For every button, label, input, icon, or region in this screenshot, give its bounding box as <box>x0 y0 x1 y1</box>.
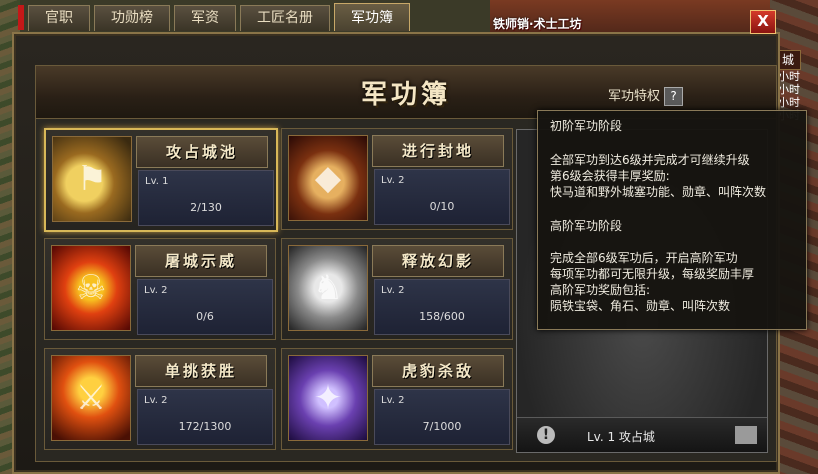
card-name: 攻占城池 <box>165 143 238 161</box>
tab-bar: 官职 功勋榜 军资 工匠名册 军功簿 <box>18 3 410 32</box>
phantom-horse-icon: ♞ <box>288 245 368 331</box>
page-title: 军功簿 <box>360 80 451 110</box>
card-progress: 158/600 <box>419 310 465 323</box>
card-progress: 0/6 <box>196 310 214 323</box>
flag-scroll-icon: ⚑ <box>52 136 132 222</box>
card-progress: 2/130 <box>190 201 222 214</box>
card-name-bar: 释放幻影 <box>372 245 504 277</box>
merit-privilege-tooltip: 初阶军功阶段 全部军功到达6级并完成才可继续升级 第6级会获得丰厚奖励: 快马道… <box>537 110 807 330</box>
tooltip-advanced-title: 高阶军功阶段 <box>550 219 623 233</box>
detail-footer: ! Lv. 1 攻占城 <box>517 417 767 452</box>
card-name-bar: 屠城示威 <box>135 245 267 277</box>
tab-military-merit-book[interactable]: 军功簿 <box>334 3 410 31</box>
duel-icon: ⚔ <box>51 355 131 441</box>
tab-craftsmen-roster[interactable]: 工匠名册 <box>240 5 330 31</box>
tooltip-line: 每项军功都可无限升级，每级奖励丰厚 <box>550 267 755 281</box>
merit-card-massacre-show[interactable]: ☠ 屠城示威 Lv. 2 0/6 <box>44 238 276 340</box>
card-name: 进行封地 <box>401 142 474 160</box>
card-name: 单挑获胜 <box>164 362 237 380</box>
merit-card-tiger-leopard[interactable]: ✦ 虎豹杀敌 Lv. 2 7/1000 <box>281 348 513 450</box>
flag-icon <box>735 426 757 444</box>
card-name-bar: 虎豹杀敌 <box>372 355 504 387</box>
info-icon[interactable]: ! <box>537 426 555 444</box>
tooltip-line: 第6级会获得丰厚奖励: <box>550 169 670 183</box>
help-icon[interactable]: ? <box>664 87 684 106</box>
card-info: Lv. 2 0/10 <box>374 169 510 225</box>
merit-privilege-label: 军功特权 <box>608 89 661 104</box>
tooltip-line: 陨铁宝袋、角石、勋章、叫阵次数 <box>550 299 731 313</box>
tab-official-rank[interactable]: 官职 <box>28 5 90 31</box>
merit-privilege-link[interactable]: 军功特权? <box>608 85 684 106</box>
card-info: Lv. 2 172/1300 <box>137 389 273 445</box>
background-banner-text: 铁师销·术士工坊 <box>493 17 582 31</box>
card-level: Lv. 2 <box>144 285 168 296</box>
tab-military-supplies[interactable]: 军资 <box>174 5 236 31</box>
card-progress: 172/1300 <box>178 420 232 433</box>
tooltip-line: 全部军功到达6级并完成才可继续升级 <box>550 153 750 167</box>
seal-icon: ◆ <box>288 135 368 221</box>
card-level: Lv. 2 <box>381 175 405 186</box>
side-status-line: 小时 <box>778 83 800 96</box>
card-info: Lv. 2 158/600 <box>374 279 510 335</box>
detail-level-label: Lv. 1 攻占城 <box>587 430 655 444</box>
tooltip-line: 高阶军功奖励包括: <box>550 283 651 297</box>
card-info: Lv. 2 0/6 <box>137 279 273 335</box>
side-status-line: 小时 <box>778 70 800 83</box>
tooltip-basic-title: 初阶军功阶段 <box>550 119 623 133</box>
card-name: 屠城示威 <box>164 252 237 270</box>
card-name: 释放幻影 <box>401 252 474 270</box>
merit-card-grant-fief[interactable]: ◆ 进行封地 Lv. 2 0/10 <box>281 128 513 230</box>
card-info: Lv. 1 2/130 <box>138 170 274 226</box>
merit-card-release-phantom[interactable]: ♞ 释放幻影 Lv. 2 158/600 <box>281 238 513 340</box>
tooltip-line: 快马道和野外城塞功能、勋章、叫阵次数 <box>550 185 767 199</box>
card-progress: 0/10 <box>429 200 455 213</box>
merit-card-duel-victory[interactable]: ⚔ 单挑获胜 Lv. 2 172/1300 <box>44 348 276 450</box>
card-name-bar: 单挑获胜 <box>135 355 267 387</box>
side-status-line: 小时 <box>778 96 800 109</box>
card-level: Lv. 2 <box>381 395 405 406</box>
card-level: Lv. 2 <box>144 395 168 406</box>
card-progress: 7/1000 <box>422 420 462 433</box>
blades-icon: ✦ <box>288 355 368 441</box>
tab-merit-ranking[interactable]: 功勋榜 <box>94 5 170 31</box>
tooltip-line: 完成全部6级军功后，开启高阶军功 <box>550 251 738 265</box>
card-name-bar: 攻占城池 <box>136 136 268 168</box>
card-name-bar: 进行封地 <box>372 135 504 167</box>
card-info: Lv. 2 7/1000 <box>374 389 510 445</box>
tab-bar-edge <box>18 5 24 30</box>
merit-card-capture-city[interactable]: ⚑ 攻占城池 Lv. 1 2/130 <box>44 128 278 232</box>
fire-warrior-icon: ☠ <box>51 245 131 331</box>
card-level: Lv. 1 <box>145 176 169 187</box>
card-level: Lv. 2 <box>381 285 405 296</box>
card-name: 虎豹杀敌 <box>401 362 474 380</box>
close-button[interactable]: X <box>750 10 776 34</box>
